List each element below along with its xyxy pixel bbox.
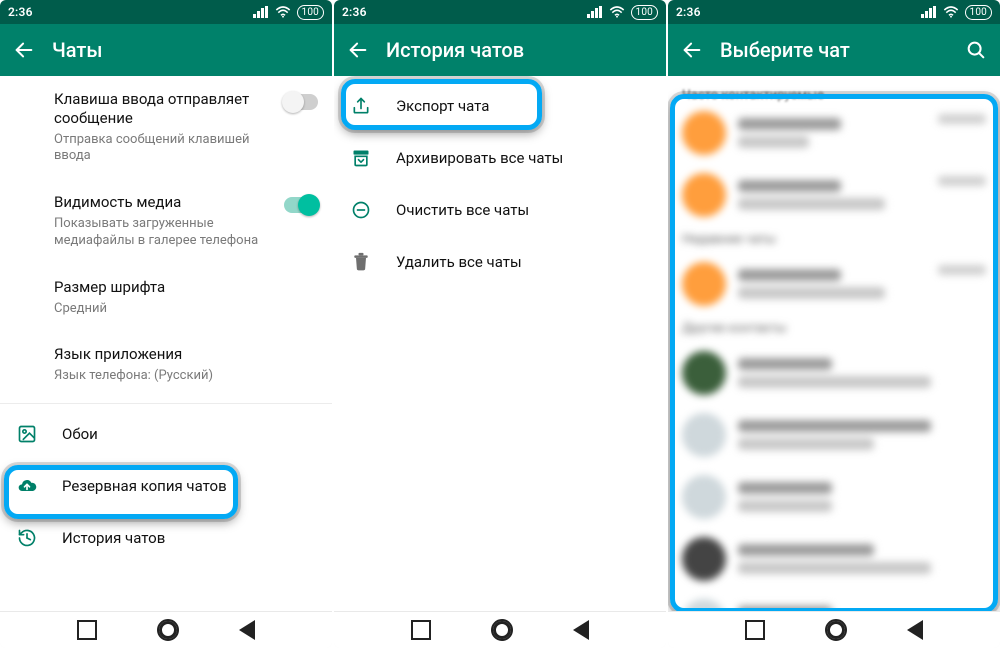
setting-wallpaper[interactable]: Обои (0, 408, 332, 460)
label: Экспорт чата (396, 97, 489, 115)
setting-enter-key-send[interactable]: Клавиша ввода отправляет сообщение Отпра… (0, 76, 332, 179)
label: Очистить все чаты (396, 201, 529, 219)
app-bar: Выберите чат (668, 24, 1000, 76)
android-nav-bar (668, 611, 1000, 648)
status-time: 2:36 (8, 5, 33, 19)
label: Удалить все чаты (396, 253, 522, 271)
label: Резервная копия чатов (62, 477, 227, 495)
phone-screen-3: 2:36 100 Выберите чат Часто контактируем… (668, 0, 1000, 648)
signal-icon (921, 6, 937, 18)
wifi-icon (609, 6, 625, 18)
phone-screen-1: 2:36 100 Чаты Клавиша ввода отправляет с… (0, 0, 332, 648)
back-arrow-icon[interactable] (346, 38, 370, 62)
label: История чатов (62, 529, 165, 547)
home-button[interactable] (491, 619, 513, 641)
avatar (682, 475, 726, 519)
chat-row[interactable] (668, 466, 1000, 528)
action-delete-all[interactable]: Удалить все чаты (334, 236, 666, 288)
status-bar: 2:36 100 (0, 0, 332, 24)
setting-app-language[interactable]: Язык приложения Язык телефона: (Русский) (0, 331, 332, 399)
section-other: Другие контакты (668, 315, 1000, 342)
status-time: 2:36 (676, 5, 701, 19)
app-bar: Чаты (0, 24, 332, 76)
battery-icon: 100 (297, 5, 324, 20)
chat-row[interactable] (668, 102, 1000, 164)
chat-row[interactable] (668, 404, 1000, 466)
settings-content: Клавиша ввода отправляет сообщение Отпра… (0, 76, 332, 611)
setting-backup[interactable]: Резервная копия чатов (0, 460, 332, 512)
chat-row[interactable] (668, 342, 1000, 404)
back-button[interactable] (573, 620, 589, 640)
avatar (682, 262, 726, 306)
wallpaper-icon (16, 423, 38, 445)
chat-row[interactable] (668, 528, 1000, 590)
signal-icon (587, 6, 603, 18)
back-button[interactable] (239, 620, 255, 640)
back-button[interactable] (907, 620, 923, 640)
chat-row[interactable] (668, 590, 1000, 611)
trash-icon (350, 251, 372, 273)
wifi-icon (943, 6, 959, 18)
cloud-upload-icon (16, 475, 38, 497)
clear-icon (350, 199, 372, 221)
export-icon (350, 95, 372, 117)
back-arrow-icon[interactable] (680, 38, 704, 62)
status-time: 2:36 (342, 5, 367, 19)
recent-apps-button[interactable] (411, 620, 431, 640)
avatar (682, 173, 726, 217)
search-icon[interactable] (964, 38, 988, 62)
battery-icon: 100 (965, 5, 992, 20)
phone-screen-2: 2:36 100 История чатов Экспорт чата (334, 0, 666, 648)
avatar (682, 537, 726, 581)
chat-row[interactable] (668, 253, 1000, 315)
home-button[interactable] (825, 619, 847, 641)
wifi-icon (275, 6, 291, 18)
page-title: История чатов (386, 38, 524, 62)
section-recent: Недавние чаты (668, 226, 1000, 253)
home-button[interactable] (157, 619, 179, 641)
setting-chat-history[interactable]: История чатов (0, 512, 332, 564)
battery-icon: 100 (631, 5, 658, 20)
select-chat-content: Часто контактируемые Недавние чаты (668, 76, 1000, 611)
back-arrow-icon[interactable] (12, 38, 36, 62)
toggle-enter-key[interactable] (284, 94, 318, 110)
action-clear-all[interactable]: Очистить все чаты (334, 184, 666, 236)
history-content: Экспорт чата Архивировать все чаты Очист… (334, 76, 666, 611)
action-archive-all[interactable]: Архивировать все чаты (334, 132, 666, 184)
divider (0, 403, 332, 404)
setting-media-visibility[interactable]: Видимость медиа Показывать загруженные м… (0, 179, 332, 264)
label: Обои (62, 425, 98, 443)
avatar (682, 351, 726, 395)
app-bar: История чатов (334, 24, 666, 76)
android-nav-bar (334, 611, 666, 648)
toggle-media-visibility[interactable] (284, 197, 318, 213)
avatar (682, 111, 726, 155)
recent-apps-button[interactable] (77, 620, 97, 640)
signal-icon (253, 6, 269, 18)
chat-row[interactable] (668, 164, 1000, 226)
avatar (682, 413, 726, 457)
label: Архивировать все чаты (396, 149, 563, 167)
status-bar: 2:36 100 (668, 0, 1000, 24)
chat-list-blurred: Недавние чаты Другие контакты (668, 102, 1000, 611)
action-export-chat[interactable]: Экспорт чата (334, 80, 666, 132)
avatar (682, 599, 726, 611)
page-title: Выберите чат (720, 38, 850, 62)
archive-icon (350, 147, 372, 169)
android-nav-bar (0, 611, 332, 648)
history-icon (16, 527, 38, 549)
recent-apps-button[interactable] (745, 620, 765, 640)
status-bar: 2:36 100 (334, 0, 666, 24)
page-title: Чаты (52, 38, 102, 62)
setting-font-size[interactable]: Размер шрифта Средний (0, 264, 332, 332)
